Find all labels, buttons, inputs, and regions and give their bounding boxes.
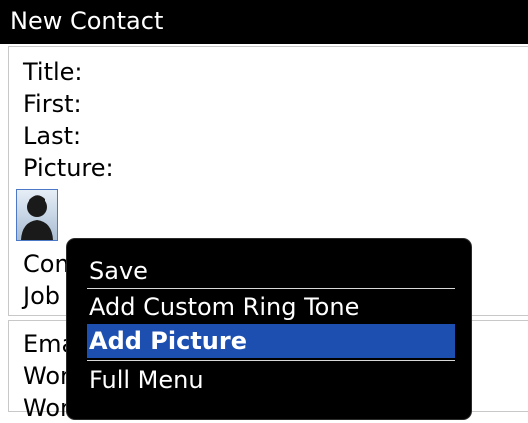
picture-field-label: Picture: bbox=[23, 154, 114, 182]
menu-separator bbox=[87, 360, 455, 361]
menu-separator bbox=[87, 288, 455, 289]
title-field-label[interactable]: Title: bbox=[23, 57, 83, 87]
menu-item-full-menu[interactable]: Full Menu bbox=[87, 363, 455, 397]
screen-title: New Contact bbox=[10, 7, 164, 35]
person-silhouette-icon bbox=[21, 195, 53, 240]
first-name-field-label[interactable]: First: bbox=[23, 89, 82, 119]
menu-item-add-picture[interactable]: Add Picture bbox=[87, 324, 455, 358]
title-bar: New Contact bbox=[0, 0, 528, 44]
menu-item-add-custom-ring-tone[interactable]: Add Custom Ring Tone bbox=[87, 290, 455, 324]
context-menu: Save Add Custom Ring Tone Add Picture Fu… bbox=[67, 239, 471, 419]
menu-item-save[interactable]: Save bbox=[87, 254, 455, 288]
last-name-field-label[interactable]: Last: bbox=[23, 121, 81, 151]
contact-picture[interactable] bbox=[16, 189, 58, 241]
